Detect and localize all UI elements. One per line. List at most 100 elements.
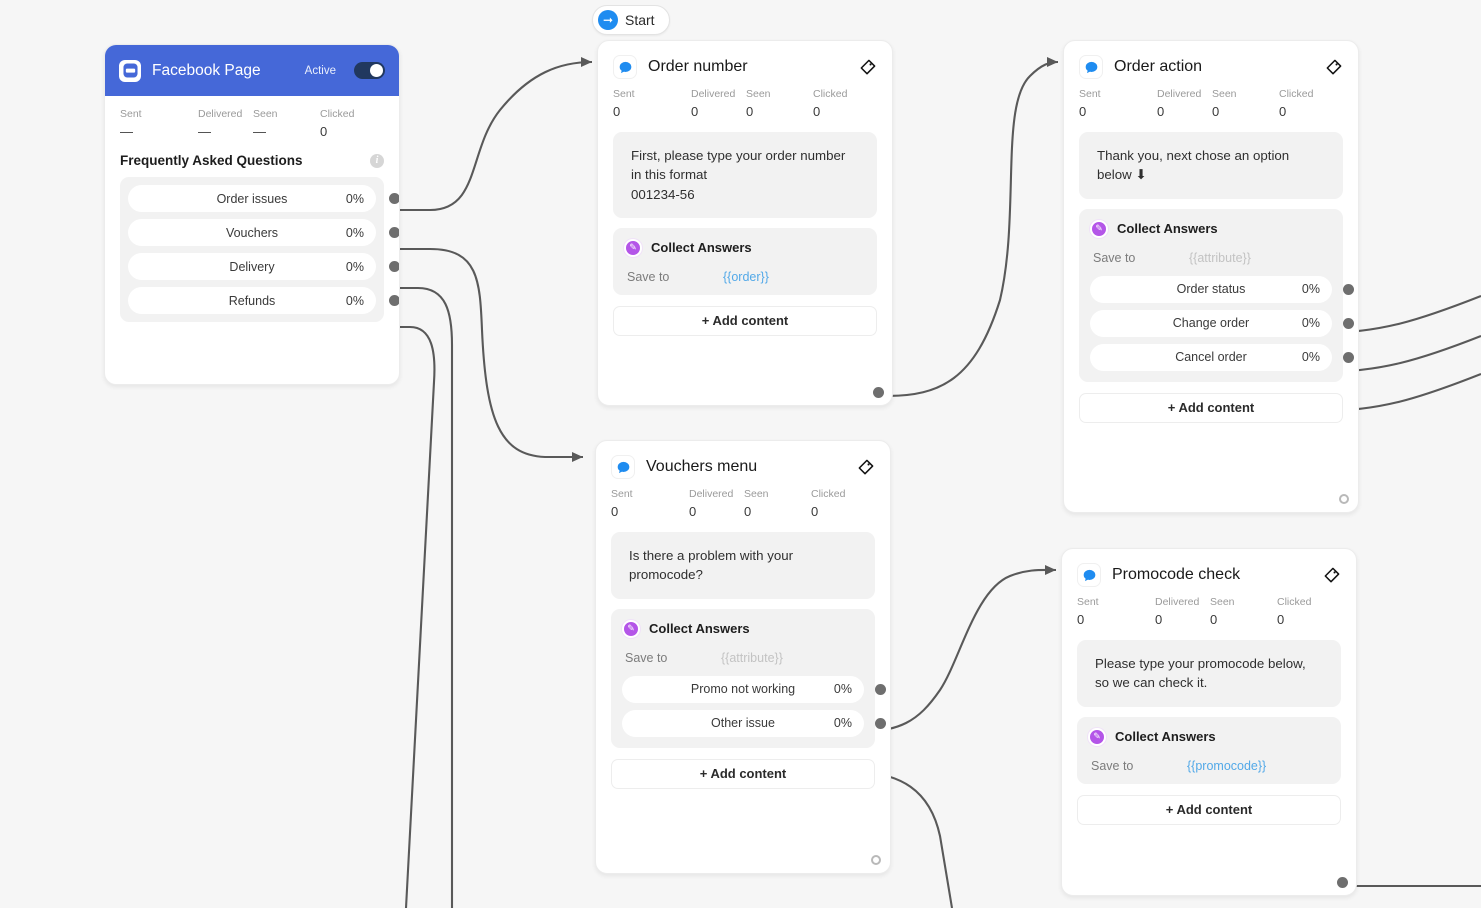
node-stats: Sent 0 Delivered 0 Seen 0 Clicked 0 <box>1079 88 1343 119</box>
collect-answers-block[interactable]: ✎ Collect Answers Save to {{attribute}} … <box>611 608 886 748</box>
answer-option-change-order[interactable]: Change order 0% <box>1090 309 1354 337</box>
node-title: Order number <box>648 58 748 75</box>
collect-answers-title: Collect Answers <box>1115 729 1216 745</box>
faq-option-percent: 0% <box>345 191 364 206</box>
collect-answers-block[interactable]: ✎ Collect Answers Save to {{order}} <box>613 227 877 295</box>
tag-icon[interactable] <box>856 458 875 477</box>
stat-value-seen: 0 <box>1212 104 1220 119</box>
answer-option-cancel-order[interactable]: Cancel order 0% <box>1090 343 1354 371</box>
facebook-stats: Sent — Delivered — Seen — Clicked 0 <box>120 108 384 139</box>
faq-option-percent: 0% <box>345 225 364 240</box>
output-port-order-status[interactable] <box>1343 283 1354 295</box>
answer-option-other-issue[interactable]: Other issue 0% <box>622 709 886 737</box>
messenger-page-icon <box>119 59 141 82</box>
add-content-button[interactable]: + Add content <box>611 758 875 789</box>
node-promocode-check[interactable]: Promocode check Sent 0 Delivered 0 Seen 0 C… <box>1061 548 1357 896</box>
start-node[interactable]: ➞ Start <box>592 5 670 35</box>
tag-icon[interactable] <box>858 58 877 77</box>
message-text[interactable]: Thank you, next chose an option below ⬇ <box>1079 132 1343 199</box>
stat-value-sent: 0 <box>613 104 621 119</box>
save-to-value[interactable]: {{attribute}} <box>1189 251 1251 265</box>
node-vouchers-menu[interactable]: Vouchers menu Sent 0 Delivered 0 Seen 0 Cli… <box>595 440 891 874</box>
output-port-change-order[interactable] <box>1343 317 1354 329</box>
output-port-promo-not-working[interactable] <box>875 683 886 695</box>
answer-option-percent: 0% <box>1301 350 1320 365</box>
stat-value-sent: 0 <box>611 504 619 519</box>
add-content-button[interactable]: + Add content <box>1077 794 1341 825</box>
answer-option-label: Cancel order <box>1175 350 1247 365</box>
answer-option-label: Order status <box>1176 282 1246 297</box>
stat-value-clicked: 0 <box>1279 104 1287 119</box>
info-icon[interactable]: i <box>370 153 384 168</box>
answer-option-promo-not-working[interactable]: Promo not working 0% <box>622 675 886 703</box>
answer-options-group: Order status 0% Change order 0% Cancel o… <box>1090 275 1354 371</box>
collect-answers-title: Collect Answers <box>651 240 752 256</box>
add-content-button[interactable]: + Add content <box>613 305 877 336</box>
output-port-vouchers[interactable] <box>389 227 399 238</box>
stat-value-clicked: 0 <box>320 124 328 139</box>
stat-label-seen: Seen <box>253 108 278 120</box>
save-to-value[interactable]: {{promocode}} <box>1187 759 1266 773</box>
faq-option-label: Vouchers <box>225 225 279 240</box>
answer-option-label: Change order <box>1172 316 1250 331</box>
message-text[interactable]: Please type your promocode below, so we … <box>1077 640 1341 707</box>
stat-value-seen: 0 <box>1210 612 1218 627</box>
answer-option-label: Other issue <box>711 716 775 731</box>
node-order-number[interactable]: Order number Sent 0 Delivered 0 Seen 0 Clic… <box>597 40 893 406</box>
stat-label-delivered: Delivered <box>691 88 736 100</box>
faq-option-label: Refunds <box>228 293 276 308</box>
add-content-button[interactable]: + Add content <box>1079 392 1343 423</box>
message-text[interactable]: First, please type your order number in … <box>613 132 877 218</box>
chat-bubble-icon <box>1077 563 1101 587</box>
flow-canvas[interactable]: ➞ Start Facebook Page Active Sent — Deli… <box>0 0 1481 908</box>
collect-answers-block[interactable]: ✎ Collect Answers Save to {{promocode}} <box>1077 716 1341 784</box>
save-to-label: Save to <box>1093 250 1136 265</box>
faq-section-title: Frequently Asked Questions <box>120 153 303 168</box>
stat-value-delivered: — <box>198 124 211 139</box>
output-port-order-number[interactable] <box>873 387 884 398</box>
save-to-label: Save to <box>627 269 670 284</box>
chat-bubble-icon <box>1079 55 1103 79</box>
faq-option-refunds[interactable]: Refunds 0% <box>128 287 399 314</box>
node-title: Vouchers menu <box>646 458 758 475</box>
stat-label-clicked: Clicked <box>813 88 848 100</box>
output-port-refunds[interactable] <box>389 295 399 306</box>
node-title: Promocode check <box>1112 566 1241 583</box>
stat-label-seen: Seen <box>1210 596 1235 608</box>
stat-label-delivered: Delivered <box>1157 88 1202 100</box>
output-port-vouchers-menu[interactable] <box>871 855 881 865</box>
node-stats: Sent 0 Delivered 0 Seen 0 Clicked 0 <box>1077 596 1341 627</box>
output-port-promocode-check[interactable] <box>1337 877 1348 888</box>
output-port-order-issues[interactable] <box>389 193 399 204</box>
answer-option-percent: 0% <box>833 682 852 697</box>
node-facebook-page[interactable]: Facebook Page Active Sent — Delivered — … <box>104 44 400 385</box>
start-label: Start <box>625 12 655 28</box>
node-order-action[interactable]: Order action Sent 0 Delivered 0 Seen 0 Clic… <box>1063 40 1359 513</box>
collect-answers-block[interactable]: ✎ Collect Answers Save to {{attribute}} … <box>1079 208 1354 382</box>
faq-option-delivery[interactable]: Delivery 0% <box>128 253 399 280</box>
faq-option-percent: 0% <box>345 259 364 274</box>
save-to-value[interactable]: {{order}} <box>723 270 769 284</box>
output-port-other-issue[interactable] <box>875 717 886 729</box>
stat-label-seen: Seen <box>744 488 769 500</box>
answer-option-percent: 0% <box>1301 316 1320 331</box>
facebook-node-header: Facebook Page Active <box>105 45 399 96</box>
faq-option-label: Delivery <box>229 259 275 274</box>
collect-answers-icon: ✎ <box>1090 219 1108 238</box>
active-toggle[interactable] <box>354 62 385 79</box>
stat-label-sent: Sent <box>613 88 635 100</box>
stat-value-delivered: 0 <box>1155 612 1163 627</box>
output-port-cancel-order[interactable] <box>1343 351 1354 363</box>
tag-icon[interactable] <box>1322 566 1341 585</box>
tag-icon[interactable] <box>1324 58 1343 77</box>
stat-value-sent: — <box>120 124 133 139</box>
faq-options-group: Order issues 0% Vouchers 0% Delivery 0% … <box>120 177 399 322</box>
message-text[interactable]: Is there a problem with your promocode? <box>611 532 875 599</box>
output-port-delivery[interactable] <box>389 261 399 272</box>
output-port-order-action[interactable] <box>1339 494 1349 504</box>
save-to-value[interactable]: {{attribute}} <box>721 651 783 665</box>
faq-option-order-issues[interactable]: Order issues 0% <box>128 185 399 212</box>
stat-value-delivered: 0 <box>691 104 699 119</box>
faq-option-vouchers[interactable]: Vouchers 0% <box>128 219 399 246</box>
answer-option-order-status[interactable]: Order status 0% <box>1090 275 1354 303</box>
